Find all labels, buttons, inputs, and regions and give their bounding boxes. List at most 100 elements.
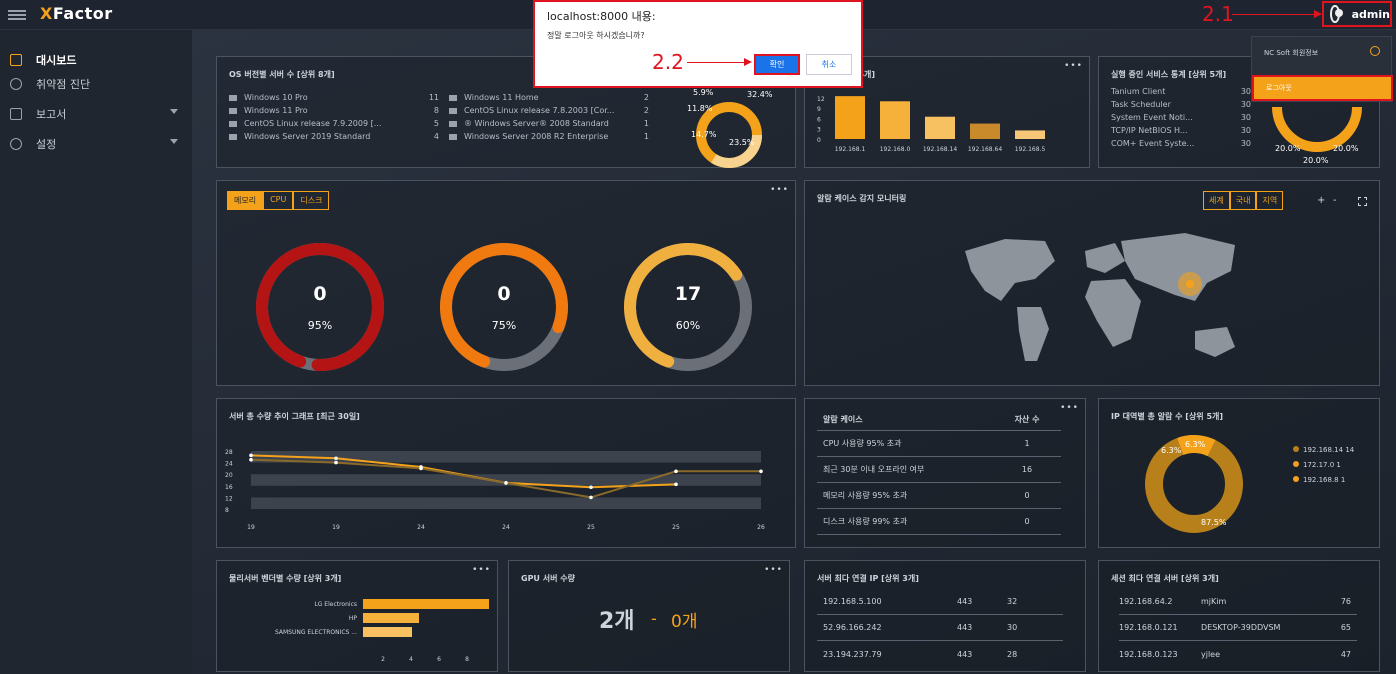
gpu-zero-count: 0개 (671, 612, 698, 632)
donut-label: 87.5% (1201, 518, 1227, 527)
panel-title: GPU 서버 수량 (521, 574, 575, 583)
y-tick-label: 9 (817, 106, 821, 113)
chevron-down-icon (170, 109, 178, 114)
service-list: Tanium Client 30 Task Scheduler 30 System … (1111, 87, 1251, 152)
y-tick-label: 28 (225, 449, 233, 456)
annotation-arrow-line (687, 62, 745, 63)
dashboard-icon (10, 54, 22, 66)
table-row[interactable]: 52.96.166.242 443 30 (817, 615, 1063, 641)
map-scope-buttons: 세계 국내 지역 (1203, 191, 1284, 210)
x-tick-label: 192.168.0 (880, 146, 911, 153)
map-button-world[interactable]: 세계 (1203, 191, 1230, 210)
data-point (674, 469, 678, 474)
bar (925, 116, 955, 139)
column-header: 자산 수 (1014, 415, 1040, 424)
table-row[interactable]: CPU 사용량 95% 초과 1 (817, 431, 1061, 457)
panel-title: 서버 최다 연결 IP [상위 3개] (817, 574, 919, 583)
y-tick-label: 20 (225, 472, 233, 479)
donut-label: 6.3% (1185, 440, 1206, 449)
panel-title: 세션 최다 연결 서버 [상위 3개] (1111, 574, 1219, 583)
data-point (674, 482, 678, 487)
os-row: Windows Server 2019 Standard 4 (229, 132, 439, 141)
map-button-region[interactable]: 지역 (1256, 191, 1284, 210)
table-row[interactable]: 192.168.0.123 yjlee 47 (1119, 641, 1357, 667)
server-trend-line-chart: 28 24 20 16 12 8 19 19 24 24 25 25 26 (225, 449, 765, 531)
menu-toggle-icon[interactable] (8, 10, 26, 20)
data-point (249, 453, 253, 458)
tab-disk[interactable]: 디스크 (293, 191, 330, 210)
table-row[interactable]: 최근 30분 이내 오프라인 여부 16 (817, 457, 1061, 483)
bar (880, 101, 910, 139)
more-options-icon[interactable]: ••• (764, 565, 783, 575)
gauge-pct-memory: 95% (307, 319, 333, 332)
map-asia (1121, 233, 1235, 301)
bar (363, 599, 489, 609)
sidebar-item-dashboard[interactable]: 대시보드 (10, 50, 182, 70)
data-point (334, 460, 338, 465)
x-tick-label: 4 (409, 656, 413, 663)
legend-item: 192.168.14 14 (1293, 443, 1354, 458)
logout-confirm-dialog: localhost:8000 내용: 정말 로그아웃 하시겠습니까? 확인 취소 (533, 0, 863, 88)
table-row[interactable]: 192.168.64.2 mjKim 76 (1119, 589, 1357, 615)
user-menu-button[interactable]: admin (1322, 1, 1392, 27)
menu-item-logout[interactable]: 로그아웃 (1252, 75, 1393, 101)
sidebar-item-settings[interactable]: 설정 (10, 134, 182, 154)
app-logo[interactable]: XFactor (40, 4, 113, 23)
service-donut-chart: 20.0% 20.0% 20.0% (1272, 106, 1362, 165)
tab-cpu[interactable]: CPU (263, 191, 294, 210)
bar (363, 613, 419, 623)
map-button-domestic[interactable]: 국내 (1229, 191, 1257, 210)
fullscreen-icon[interactable] (1358, 197, 1367, 206)
more-options-icon[interactable]: ••• (770, 185, 789, 195)
sidebar-item-label: 보고서 (36, 108, 67, 121)
cancel-button[interactable]: 취소 (806, 54, 852, 75)
conn-ip-panel: 서버 최다 연결 IP [상위 3개] 192.168.5.100 443 32 5… (804, 560, 1086, 672)
sidebar-item-label: 대시보드 (36, 54, 77, 67)
x-tick-label: 192.168.14 (923, 146, 958, 153)
more-options-icon[interactable]: ••• (1060, 403, 1079, 413)
more-options-icon[interactable]: ••• (472, 565, 491, 575)
sidebar-item-label: 설정 (36, 138, 57, 151)
target-icon (10, 78, 22, 90)
data-point (419, 466, 423, 471)
gpu-count: 2개 (599, 609, 635, 634)
x-tick-label: 192.168.5 (1015, 146, 1046, 153)
y-tick-label: 3 (817, 127, 821, 134)
table-header: 알람 케이스 자산 수 (817, 409, 1061, 431)
menu-item-profile[interactable]: NC Soft 회원정보 (1264, 48, 1318, 58)
zoom-out-button[interactable]: - (1333, 195, 1337, 206)
table-row[interactable]: 디스크 사용량 99% 초과 0 (817, 509, 1061, 535)
table-row[interactable]: 메모리 사용량 95% 초과 0 (817, 483, 1061, 509)
confirm-button[interactable]: 확인 (754, 54, 800, 75)
x-tick-label: 25 (587, 524, 595, 531)
resource-gauge-panel: ••• 메모리 CPU 디스크 0 95% 0 75% 17 60% (216, 180, 796, 386)
sidebar-item-report[interactable]: 보고서 (10, 104, 182, 124)
table-row[interactable]: 23.194.237.79 443 28 (817, 641, 1063, 667)
table-row[interactable]: 192.168.0.121 DESKTOP-39DDVSM 65 (1119, 615, 1357, 641)
donut-label: 14.7% (691, 130, 717, 139)
bar (1015, 130, 1045, 139)
world-map[interactable] (945, 221, 1245, 371)
panel-title: 서버 총 수량 추이 그래프 [최근 30일] (229, 412, 360, 421)
x-tick-label: 26 (757, 524, 765, 531)
os-row: Windows 10 Pro 11 (229, 93, 439, 102)
panel-title: IP 대역별 총 알람 수 [상위 5개] (1111, 412, 1224, 421)
x-tick-label: 192.168.1 (835, 146, 866, 153)
bar (363, 627, 412, 637)
y-tick-label: 12 (817, 96, 825, 103)
session-panel: 세션 최다 연결 서버 [상위 3개] 192.168.64.2 mjKim 76 … (1098, 560, 1380, 672)
more-options-icon[interactable]: ••• (1064, 61, 1083, 71)
table-row[interactable]: 192.168.5.100 443 32 (817, 589, 1063, 615)
alarm-case-panel: ••• 알람 케이스 자산 수 CPU 사용량 95% 초과 1 최근 30분 이… (804, 398, 1086, 548)
ip-server-bar-chart: 12 9 6 3 0 192.168.1 192.168.0 192.168.14 192.16… (817, 96, 1046, 153)
vendor-panel: 물리서버 벤더별 수량 [상위 3개] ••• LG Electronics HP… (216, 560, 498, 672)
alarm-case-table: 알람 케이스 자산 수 CPU 사용량 95% 초과 1 최근 30분 이내 오프… (817, 409, 1061, 545)
zoom-in-button[interactable]: + (1317, 195, 1325, 206)
sidebar-item-label: 취약점 진단 (36, 78, 91, 91)
sidebar-item-vulnerability[interactable]: 취약점 진단 (10, 74, 182, 94)
x-tick-label: 2 (381, 656, 385, 663)
y-tick-label: 12 (225, 495, 233, 502)
service-row: System Event Noti... 30 (1111, 113, 1251, 122)
alarm-hotspot-center (1186, 280, 1194, 288)
tab-memory[interactable]: 메모리 (227, 191, 264, 210)
